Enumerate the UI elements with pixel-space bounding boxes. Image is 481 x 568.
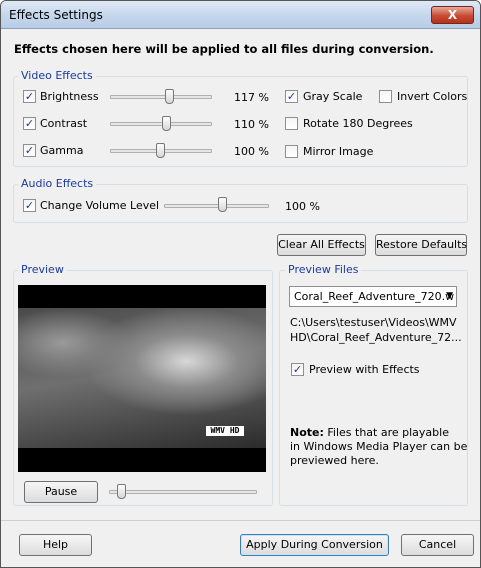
change-volume-checkbox[interactable] bbox=[23, 199, 36, 212]
window-title: Effects Settings bbox=[9, 8, 103, 22]
gamma-checkbox[interactable] bbox=[23, 144, 36, 157]
invert-colors-checkbox[interactable] bbox=[379, 90, 392, 103]
rotate-180-label: Rotate 180 Degrees bbox=[303, 117, 413, 130]
apply-during-conversion-button[interactable]: Apply During Conversion bbox=[240, 534, 389, 556]
gray-scale-checkbox[interactable] bbox=[285, 90, 298, 103]
instruction-heading: Effects chosen here will be applied to a… bbox=[14, 42, 434, 56]
rotate-180-checkbox[interactable] bbox=[285, 117, 298, 130]
note-label: Note: bbox=[290, 426, 324, 439]
video-effects-title: Video Effects bbox=[18, 69, 96, 82]
note-line-2: in Windows Media Player can be bbox=[290, 440, 468, 453]
contrast-slider[interactable] bbox=[110, 122, 212, 126]
close-icon: X bbox=[447, 8, 458, 22]
effects-settings-dialog: Effects Settings X Effects chosen here w… bbox=[0, 0, 481, 568]
close-button[interactable]: X bbox=[431, 6, 474, 24]
contrast-checkbox[interactable] bbox=[23, 117, 36, 130]
gamma-value: 100 % bbox=[234, 145, 269, 158]
gamma-slider-thumb[interactable] bbox=[156, 143, 165, 158]
brightness-slider[interactable] bbox=[110, 95, 212, 99]
brightness-checkbox[interactable] bbox=[23, 90, 36, 103]
contrast-label: Contrast bbox=[40, 117, 88, 130]
volume-slider-thumb[interactable] bbox=[218, 197, 227, 212]
gamma-label: Gamma bbox=[40, 144, 84, 157]
preview-files-title: Preview Files bbox=[285, 263, 362, 276]
gray-scale-label: Gray Scale bbox=[303, 90, 363, 103]
preview-with-effects-checkbox[interactable] bbox=[291, 363, 304, 376]
file-path-line-1: C:\Users\testuser\Videos\WMV bbox=[290, 316, 457, 329]
restore-defaults-button[interactable]: Restore Defaults bbox=[375, 234, 467, 256]
preview-title: Preview bbox=[18, 263, 67, 276]
volume-slider[interactable] bbox=[164, 204, 269, 208]
playback-slider-thumb[interactable] bbox=[117, 484, 126, 499]
help-button[interactable]: Help bbox=[19, 534, 92, 556]
contrast-slider-thumb[interactable] bbox=[162, 116, 171, 131]
clear-all-effects-button[interactable]: Clear All Effects bbox=[277, 234, 366, 256]
note-text-1: Files that are playable bbox=[323, 426, 449, 439]
cancel-button[interactable]: Cancel bbox=[401, 534, 474, 556]
footer-separator bbox=[1, 520, 480, 521]
video-frame-image: WMV HD bbox=[18, 308, 266, 448]
note-line-3: previewed here. bbox=[290, 454, 379, 467]
contrast-value: 110 % bbox=[234, 118, 269, 131]
playback-slider[interactable] bbox=[109, 490, 257, 494]
change-volume-label: Change Volume Level bbox=[40, 199, 160, 212]
mirror-image-label: Mirror Image bbox=[303, 145, 374, 158]
audio-effects-title: Audio Effects bbox=[18, 177, 97, 190]
volume-value: 100 % bbox=[285, 200, 320, 213]
dropdown-arrow-icon[interactable]: ▼ bbox=[446, 287, 453, 306]
mirror-image-checkbox[interactable] bbox=[285, 145, 298, 158]
wmv-hd-logo: WMV HD bbox=[206, 426, 244, 436]
preview-file-dropdown[interactable]: Coral_Reef_Adventure_720.w ▼ bbox=[289, 286, 457, 307]
pause-button[interactable]: Pause bbox=[24, 481, 98, 503]
title-bar[interactable]: Effects Settings X bbox=[1, 1, 480, 29]
preview-with-effects-label: Preview with Effects bbox=[309, 363, 420, 376]
brightness-label: Brightness bbox=[40, 90, 99, 103]
video-preview[interactable]: WMV HD bbox=[18, 285, 266, 472]
brightness-label-text: Brightness bbox=[40, 90, 99, 103]
brightness-slider-thumb[interactable] bbox=[165, 89, 174, 104]
brightness-value: 117 % bbox=[234, 91, 269, 104]
selected-file-text: Coral_Reef_Adventure_720.w bbox=[294, 290, 455, 303]
invert-colors-label: Invert Colors bbox=[397, 90, 468, 103]
file-path-line-2: HD\Coral_Reef_Adventure_72... bbox=[290, 331, 462, 344]
note-line-1: Note: Files that are playable bbox=[290, 426, 449, 439]
